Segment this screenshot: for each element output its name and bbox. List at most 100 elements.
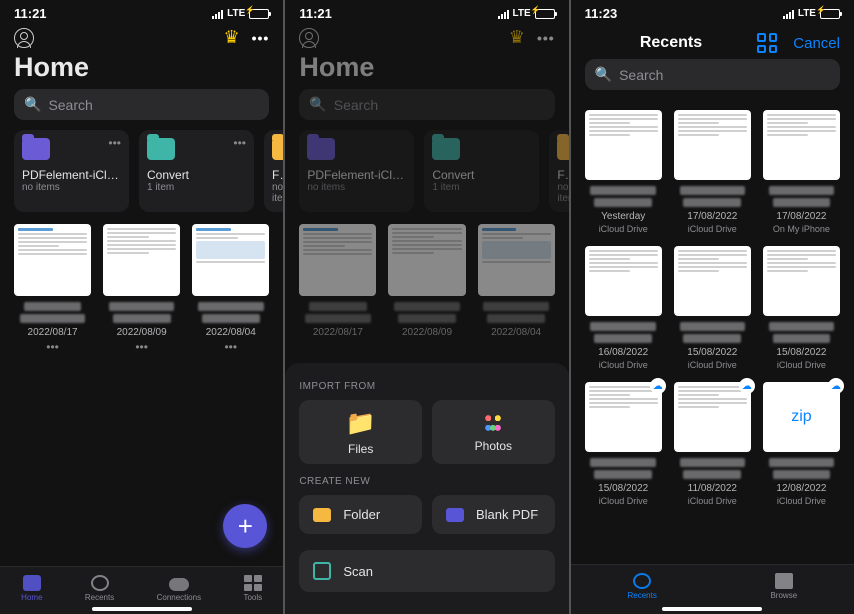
page-title: Home — [0, 52, 283, 89]
folder-more-icon[interactable]: ••• — [108, 136, 121, 150]
doc-title-blurred — [398, 314, 456, 323]
tab-browse[interactable]: Browse — [770, 573, 797, 600]
folder-subtitle: no items — [22, 182, 121, 193]
network-label: LTE — [227, 8, 245, 19]
button-label: Files — [348, 442, 373, 456]
doc-title-blurred — [483, 302, 549, 311]
status-time: 11:21 — [14, 6, 47, 21]
add-button[interactable]: + — [223, 504, 267, 548]
file-title-blurred — [680, 458, 746, 467]
search-input[interactable]: 🔍 Search — [585, 59, 840, 90]
file-title-blurred — [680, 322, 746, 331]
cloud-badge-icon: ☁ — [650, 378, 666, 394]
folder-favorites: Favorit no items — [549, 130, 568, 212]
doc-title-blurred — [305, 314, 371, 323]
search-icon: 🔍 — [595, 66, 612, 83]
browse-icon — [775, 573, 793, 589]
doc-more-icon[interactable]: ••• — [14, 340, 91, 354]
tools-icon — [244, 575, 262, 591]
folder-icon — [22, 138, 50, 160]
cloud-badge-icon: ☁ — [739, 378, 755, 394]
more-icon: ••• — [537, 30, 555, 46]
folder-subtitle: 1 item — [147, 182, 246, 193]
file-title-blurred — [590, 322, 656, 331]
doc-item[interactable]: 2022/08/17 ••• — [14, 224, 91, 354]
folder-more-icon[interactable]: ••• — [233, 136, 246, 150]
profile-icon[interactable] — [14, 28, 34, 48]
doc-date: 2022/08/17 — [299, 327, 376, 338]
cloud-icon — [169, 578, 189, 591]
file-item[interactable]: 16/08/2022iCloud Drive — [585, 246, 662, 370]
folders-row: ••• PDFelement-iCloud no items ••• Conve… — [0, 130, 283, 212]
tab-recents[interactable]: Recents — [85, 575, 114, 602]
folder-name: PDFelement-iCloud — [307, 168, 406, 182]
tab-recents[interactable]: Recents — [627, 573, 656, 600]
doc-more-icon[interactable]: ••• — [103, 340, 180, 354]
status-bar: 11:21 LTE ⚡ — [285, 0, 568, 23]
status-indicators: LTE ⚡ — [212, 8, 269, 19]
doc-thumbnail — [763, 246, 840, 316]
more-icon[interactable]: ••• — [252, 30, 270, 46]
doc-title-blurred — [309, 302, 367, 311]
page-title: Home — [285, 52, 568, 89]
tab-tools[interactable]: Tools — [243, 575, 262, 602]
folder-convert[interactable]: ••• Convert 1 item — [139, 130, 254, 212]
file-item[interactable]: YesterdayiCloud Drive — [585, 110, 662, 234]
grid-view-icon[interactable] — [757, 33, 777, 53]
tab-connections[interactable]: Connections — [157, 575, 201, 602]
doc-title-blurred — [20, 314, 86, 323]
file-location: iCloud Drive — [585, 224, 662, 234]
doc-date: 2022/08/04 — [192, 327, 269, 338]
folder-icon — [307, 138, 335, 160]
search-input[interactable]: 🔍 Search — [14, 89, 269, 120]
file-title-blurred — [773, 334, 831, 343]
file-date: 12/08/2022 — [763, 483, 840, 494]
recent-docs: 2022/08/17 ••• 2022/08/09 ••• 2022/08/04… — [0, 212, 283, 354]
file-date: 15/08/2022 — [763, 347, 840, 358]
import-files-button[interactable]: 📁 Files — [299, 400, 422, 464]
file-title-blurred — [683, 198, 741, 207]
file-item[interactable]: ☁11/08/2022iCloud Drive — [674, 382, 751, 506]
doc-item[interactable]: 2022/08/09 ••• — [103, 224, 180, 354]
tab-label: Recents — [85, 593, 114, 602]
crown-icon[interactable]: ♛ — [223, 27, 239, 48]
folder-name: Favorit — [557, 168, 568, 182]
action-sheet: IMPORT FROM 📁 Files Photos CREATE NEW Fo… — [285, 363, 568, 614]
folder-pdfelement[interactable]: ••• PDFelement-iCloud no items — [14, 130, 129, 212]
folder-icon — [147, 138, 175, 160]
create-folder-button[interactable]: Folder — [299, 495, 422, 534]
file-title-blurred — [594, 334, 652, 343]
home-indicator — [92, 607, 192, 611]
file-item[interactable]: zip☁12/08/2022iCloud Drive — [763, 382, 840, 506]
doc-thumbnail — [674, 110, 751, 180]
doc-date: 2022/08/09 — [388, 327, 465, 338]
doc-item: 2022/08/17 — [299, 224, 376, 338]
battery-icon: ⚡ — [820, 9, 840, 19]
file-item[interactable]: 15/08/2022iCloud Drive — [674, 246, 751, 370]
photos-icon — [481, 411, 505, 435]
import-photos-button[interactable]: Photos — [432, 400, 555, 464]
scan-button[interactable]: Scan — [299, 550, 554, 592]
doc-thumbnail — [585, 382, 662, 452]
doc-more-icon[interactable]: ••• — [192, 340, 269, 354]
tab-label: Home — [21, 593, 42, 602]
status-bar: 11:23 LTE ⚡ — [571, 0, 854, 23]
doc-thumbnail — [388, 224, 465, 296]
file-item[interactable]: 15/08/2022iCloud Drive — [763, 246, 840, 370]
file-date: 11/08/2022 — [674, 483, 751, 494]
doc-item[interactable]: 2022/08/04 ••• — [192, 224, 269, 354]
doc-item: 2022/08/09 — [388, 224, 465, 338]
cancel-button[interactable]: Cancel — [793, 35, 840, 52]
file-title-blurred — [769, 186, 835, 195]
tab-home[interactable]: Home — [21, 575, 42, 602]
button-label: Scan — [343, 564, 373, 579]
clock-icon — [633, 573, 651, 589]
file-item[interactable]: ☁15/08/2022iCloud Drive — [585, 382, 662, 506]
create-blank-pdf-button[interactable]: Blank PDF — [432, 495, 555, 534]
file-item[interactable]: 17/08/2022On My iPhone — [763, 110, 840, 234]
folder-favorites[interactable]: Favorit no items — [264, 130, 283, 212]
file-title-blurred — [590, 458, 656, 467]
file-date: 15/08/2022 — [674, 347, 751, 358]
folder-icon — [313, 508, 331, 522]
file-item[interactable]: 17/08/2022iCloud Drive — [674, 110, 751, 234]
